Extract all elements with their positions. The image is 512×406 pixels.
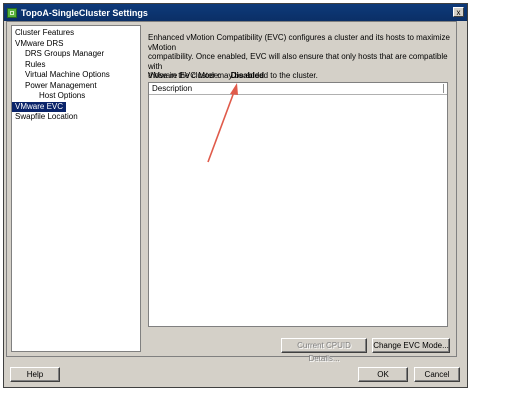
nav-item-vmware-evc[interactable]: VMware EVC xyxy=(12,101,67,112)
table-header-description[interactable]: Description xyxy=(149,83,447,95)
evc-description-table: Description xyxy=(148,82,448,327)
evc-mode-label: VMware EVC Mode: xyxy=(148,71,221,80)
nav-item-drs-groups-manager[interactable]: DRS Groups Manager xyxy=(22,49,140,60)
nav-item-virtual-machine-options[interactable]: Virtual Machine Options xyxy=(22,70,140,81)
nav-item-cluster-features[interactable]: Cluster Features xyxy=(12,28,140,39)
close-icon: x xyxy=(456,8,461,17)
help-button[interactable]: Help xyxy=(10,367,60,382)
cluster-icon xyxy=(7,7,17,18)
evc-description-line: Enhanced vMotion Compatibility (EVC) con… xyxy=(148,33,450,52)
nav-item-rules[interactable]: Rules xyxy=(22,60,140,71)
cancel-button[interactable]: Cancel xyxy=(414,367,460,382)
evc-mode-row: VMware EVC Mode: Disabled xyxy=(148,71,264,80)
current-cpuid-details-button[interactable]: Current CPUID Details... xyxy=(281,338,367,363)
evc-mode-value: Disabled xyxy=(230,71,265,80)
close-button[interactable]: x xyxy=(453,7,464,17)
nav-item-power-management[interactable]: Power Management xyxy=(22,81,140,92)
nav-item-host-options[interactable]: Host Options xyxy=(36,91,140,102)
ok-button[interactable]: OK xyxy=(358,367,408,382)
change-evc-mode-button[interactable]: Change EVC Mode... xyxy=(372,338,450,353)
column-divider[interactable] xyxy=(443,84,444,93)
table-header-label: Description xyxy=(152,84,193,93)
evc-description-line: compatibility. Once enabled, EVC will al… xyxy=(148,52,448,71)
nav-item-vmware-drs[interactable]: VMware DRS xyxy=(12,39,140,50)
window-title: TopoA-SingleCluster Settings xyxy=(21,7,148,18)
title-bar[interactable]: TopoA-SingleCluster Settings x xyxy=(4,4,467,21)
settings-nav-tree: Cluster Features VMware DRS DRS Groups M… xyxy=(11,25,141,352)
nav-item-swapfile-location[interactable]: Swapfile Location xyxy=(12,112,140,123)
